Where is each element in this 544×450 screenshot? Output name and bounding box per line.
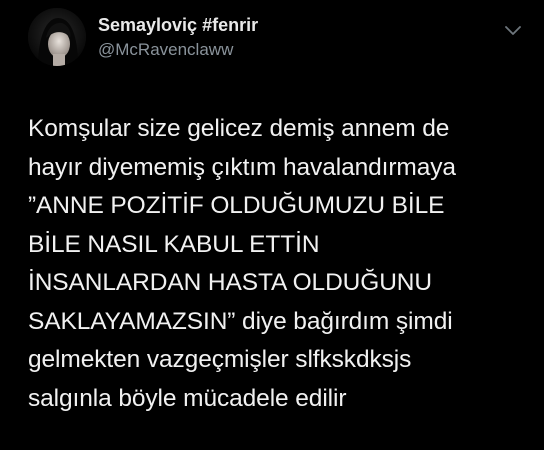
tweet-text-line: hayır diyememiş çıktım havalandırmaya — [28, 153, 456, 181]
tweet-text-line: salgınla böyle mücadele edilir — [28, 384, 347, 412]
chevron-down-icon[interactable] — [504, 24, 522, 38]
author-display-name[interactable]: Semayloviç #fenrir — [98, 14, 258, 36]
tweet-menu-chevron — [505, 26, 521, 35]
author-handle[interactable]: @McRavenclaww — [98, 39, 258, 61]
tweet-text: Komşular size gelicez demiş annem de hay… — [28, 110, 528, 418]
tweet-author-header: Semayloviç #fenrir @McRavenclaww — [98, 14, 258, 61]
avatar[interactable] — [28, 8, 86, 66]
tweet-text-line: İNSANLARDAN HASTA OLDUĞUNU — [28, 269, 432, 296]
tweet-card: Semayloviç #fenrir @McRavenclaww Komşula… — [0, 0, 544, 450]
tweet-text-line: BİLE NASIL KABUL ETTİN — [28, 230, 320, 258]
user-avatar-icon — [28, 8, 86, 66]
tweet-text-line: SAKLAYAMAZSIN” diye bağırdım şimdi — [28, 307, 453, 335]
tweet-text-line: gelmekten vazgeçmişler slfkskdksjs — [28, 346, 412, 373]
tweet-text-line: Komşular size gelicez demiş annem de — [28, 115, 450, 142]
tweet-text-line: ”ANNE POZİTİF OLDUĞUMUZU BİLE — [28, 192, 445, 219]
